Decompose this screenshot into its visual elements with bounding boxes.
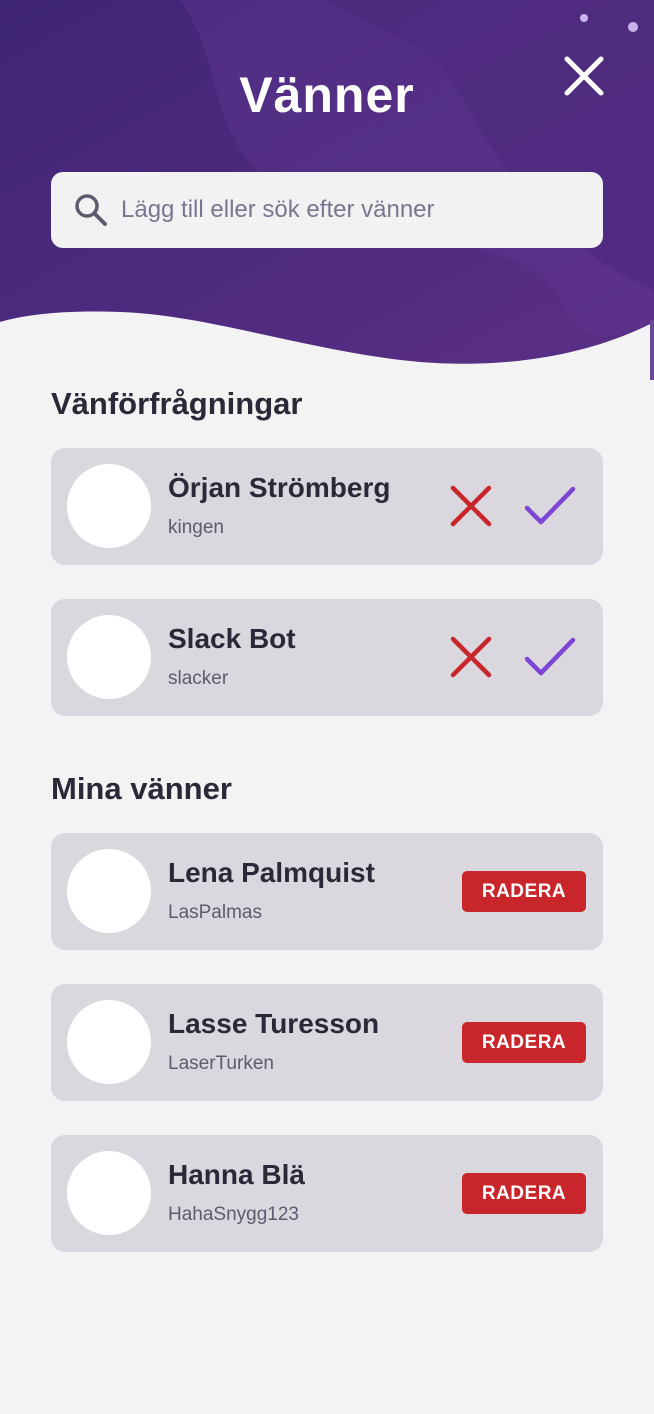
reject-request-button[interactable] (449, 484, 493, 528)
accept-request-button[interactable] (523, 635, 577, 679)
search-input[interactable] (121, 172, 581, 248)
request-username: slacker (168, 668, 229, 689)
friend-username: HahaSnygg123 (168, 1204, 299, 1225)
friends-title: Mina vänner (51, 771, 232, 806)
avatar (67, 1000, 151, 1084)
accept-request-button[interactable] (523, 484, 577, 528)
header: Vänner (0, 0, 654, 380)
friend-username: LasPalmas (168, 902, 262, 923)
friend-card: Hanna Blä HahaSnygg123 RADERA (51, 1135, 603, 1252)
friend-name: Lasse Turesson (168, 1008, 380, 1039)
x-icon (450, 485, 492, 527)
reject-request-button[interactable] (449, 635, 493, 679)
avatar (67, 615, 151, 699)
request-card: Örjan Strömberg kingen (51, 448, 603, 565)
friend-name: Lena Palmquist (168, 857, 375, 888)
search-icon (75, 194, 107, 226)
request-name: Slack Bot (168, 623, 296, 654)
request-name: Örjan Strömberg (168, 472, 391, 503)
close-button[interactable] (562, 54, 606, 98)
delete-friend-button[interactable]: RADERA (462, 871, 586, 912)
friend-card: Lasse Turesson LaserTurken RADERA (51, 984, 603, 1101)
delete-friend-button[interactable]: RADERA (462, 1022, 586, 1063)
page-title: Vänner (239, 67, 415, 123)
friend-name: Hanna Blä (168, 1159, 305, 1190)
friend-card: Lena Palmquist LasPalmas RADERA (51, 833, 603, 950)
avatar (67, 1151, 151, 1235)
x-icon (450, 636, 492, 678)
check-icon (524, 637, 576, 676)
search-bar (51, 172, 603, 248)
avatar (67, 464, 151, 548)
request-card: Slack Bot slacker (51, 599, 603, 716)
close-icon (564, 56, 604, 96)
request-username: kingen (168, 517, 224, 538)
avatar (67, 849, 151, 933)
friend-username: LaserTurken (168, 1053, 274, 1074)
check-icon (524, 486, 576, 525)
requests-title: Vänförfrågningar (51, 386, 303, 421)
delete-friend-button[interactable]: RADERA (462, 1173, 586, 1214)
